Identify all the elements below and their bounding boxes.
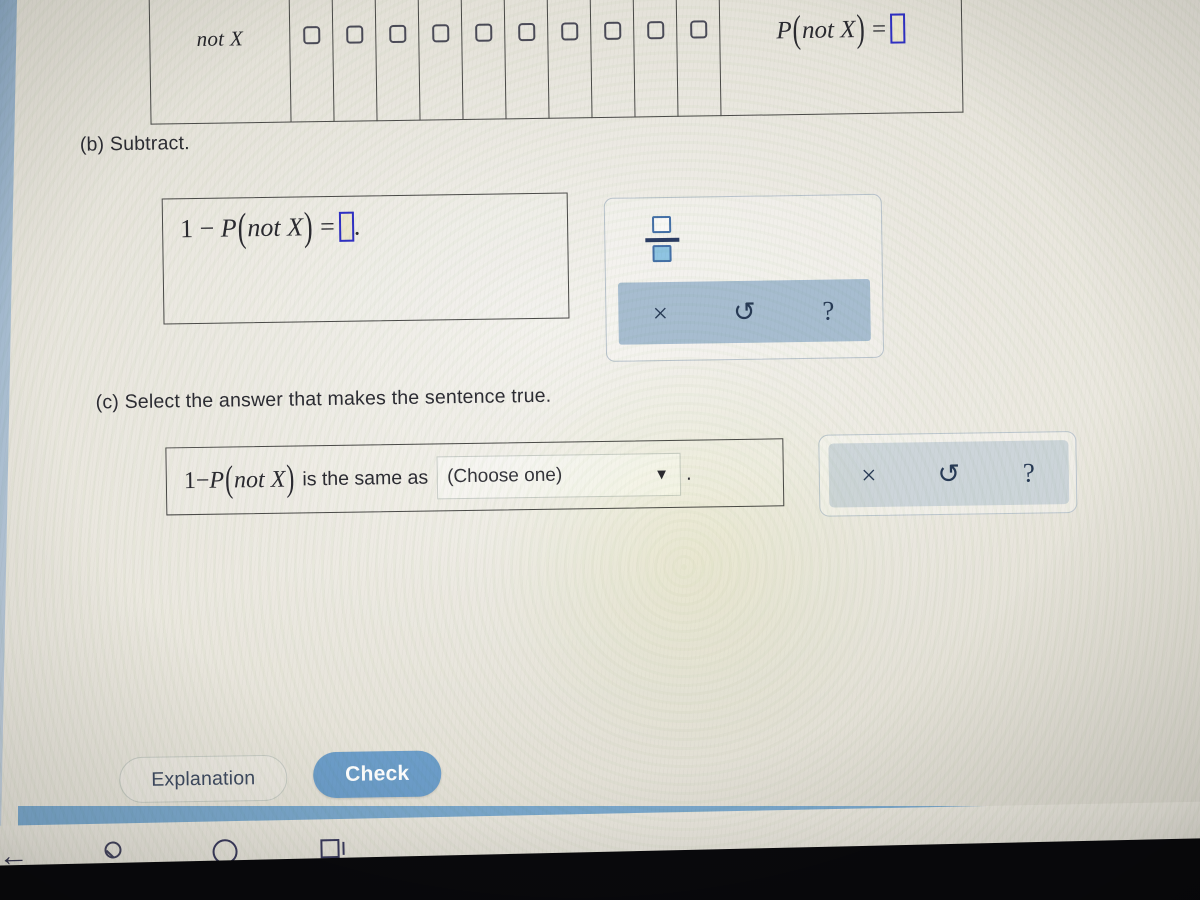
math-equals: = (319, 211, 336, 242)
math-close-paren: ) (286, 458, 295, 500)
math-not-x: not X (233, 466, 286, 493)
fraction-numerator-box (651, 215, 672, 234)
checkbox[interactable] (345, 24, 363, 44)
outcome-cell[interactable] (503, 0, 550, 119)
part-b-answer-box: 1 − P(not X) =. (161, 192, 570, 325)
part-c-keypad-toolbar: × ↺ ? (828, 440, 1070, 508)
outcome-cell[interactable] (632, 0, 679, 117)
outcome-cell[interactable] (288, 0, 335, 123)
math-period: . (353, 211, 361, 241)
photographed-screen: not X P(not X) = (b) Subtract. 1 − P(not… (0, 0, 1200, 900)
explanation-button[interactable]: Explanation (118, 754, 288, 804)
math-open-paren: ( (224, 459, 234, 500)
table-row: not X P(not X) = (148, 0, 963, 125)
math-p: P (220, 213, 237, 243)
checkbox[interactable] (603, 21, 621, 40)
help-button[interactable]: ? (786, 295, 870, 325)
chevron-down-icon: ▼ (654, 465, 670, 483)
outcome-cell[interactable] (460, 0, 507, 120)
dropdown-selected-value: (Choose one) (446, 464, 563, 488)
probability-table-grid: not X P(not X) = (148, 0, 963, 125)
outcome-cell[interactable] (546, 0, 593, 119)
part-c-expression: 1−P(not X) (183, 459, 296, 500)
math-close-paren: ) (303, 203, 313, 250)
math-close-paren: ) (856, 8, 866, 51)
fraction-bar (645, 237, 680, 243)
fraction-template-icon[interactable] (645, 215, 680, 268)
outcome-cell[interactable] (417, 0, 464, 121)
checkbox[interactable] (689, 19, 707, 39)
math-p: P (776, 17, 792, 45)
checkbox[interactable] (302, 25, 320, 44)
probability-cell: P(not X) = (718, 0, 963, 116)
outcome-cell[interactable] (374, 0, 421, 121)
part-b-label: (b) Subtract. (79, 132, 190, 156)
row-label-not-x: not X (148, 0, 292, 125)
checkbox[interactable] (646, 20, 664, 39)
math-not-x: not X (801, 16, 856, 44)
part-b-answer-input[interactable] (338, 211, 355, 242)
probability-table: not X P(not X) = (148, 0, 963, 125)
part-c-sentence-text: is the same as (302, 466, 429, 490)
task-view-sidebar (342, 841, 345, 855)
outcome-cell[interactable] (589, 0, 636, 118)
probability-answer-input[interactable] (889, 13, 906, 44)
math-equals: = (871, 15, 887, 43)
part-c-answer-box: 1−P(not X) is the same as (Choose one) ▼… (165, 438, 785, 516)
choose-one-dropdown[interactable]: (Choose one) ▼ (436, 452, 682, 499)
part-b-math-keypad: × ↺ ? (603, 193, 885, 362)
clear-button[interactable]: × (829, 459, 909, 489)
math-p: P (209, 467, 225, 494)
checkbox[interactable] (431, 23, 449, 42)
math-minus: − (195, 467, 210, 494)
math-one: 1 (179, 214, 194, 244)
part-b-expression: 1 − P(not X) =. (179, 204, 361, 250)
part-c-label: (c) Select the answer that makes the sen… (95, 384, 552, 414)
row-label-text: not X (196, 25, 244, 51)
outcome-cell[interactable] (331, 0, 378, 122)
undo-button[interactable]: ↺ (702, 296, 786, 326)
outcome-cell[interactable] (675, 0, 721, 117)
checkbox[interactable] (560, 21, 578, 41)
checkbox[interactable] (388, 24, 406, 43)
check-button[interactable]: Check (312, 750, 442, 799)
checkbox[interactable] (474, 23, 492, 42)
help-button[interactable]: ? (989, 457, 1069, 487)
part-c-keypad: × ↺ ? (818, 430, 1078, 517)
math-one: 1 (183, 467, 197, 494)
task-view-window (320, 838, 340, 859)
part-c-period: . (685, 462, 692, 485)
undo-button[interactable]: ↺ (909, 458, 989, 488)
part-b-keypad-toolbar: × ↺ ? (617, 278, 871, 345)
fraction-denominator-box (652, 244, 672, 263)
math-minus: − (199, 213, 215, 243)
math-not-x: not X (247, 212, 304, 243)
aleks-exercise-page: not X P(not X) = (b) Subtract. 1 − P(not… (0, 0, 1200, 847)
clear-button[interactable]: × (618, 297, 702, 327)
math-open-paren: ( (237, 204, 247, 251)
math-open-paren: ( (792, 9, 802, 52)
checkbox[interactable] (517, 22, 535, 41)
